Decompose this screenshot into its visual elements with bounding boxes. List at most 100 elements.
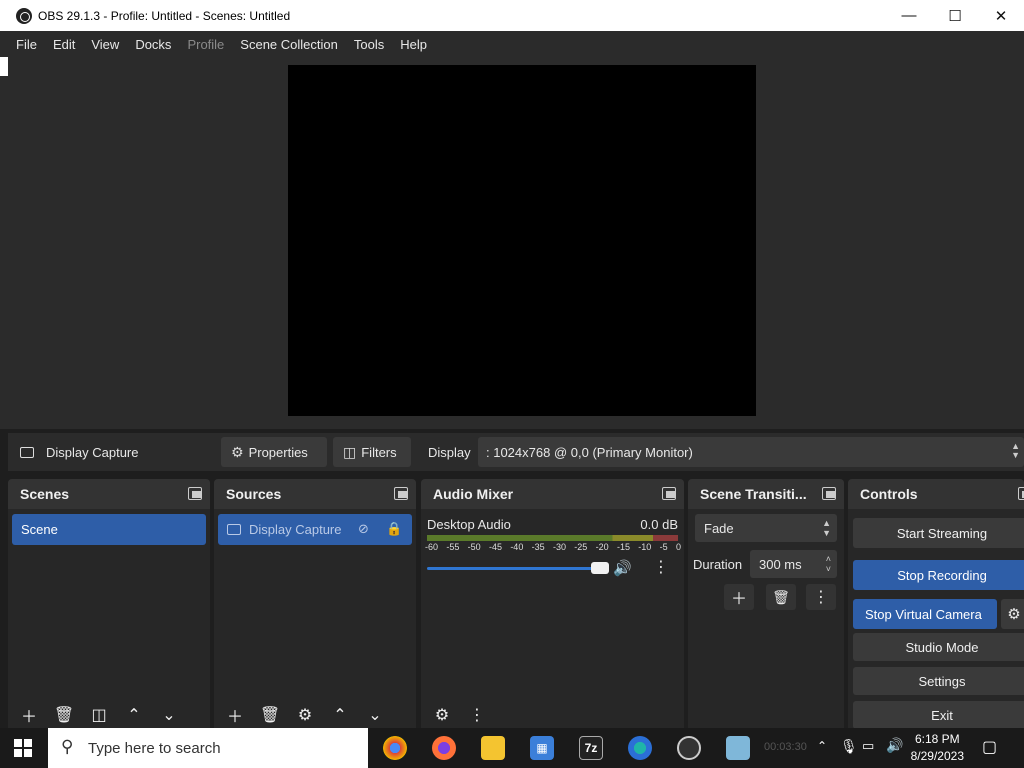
settings-button[interactable]: Settings — [853, 667, 1024, 695]
visibility-hidden-icon[interactable]: ⊘ — [358, 521, 369, 537]
meter-tick-label: -45 — [488, 542, 502, 552]
window-edge — [0, 57, 8, 76]
scenes-dock-title: Scenes — [20, 486, 70, 502]
advanced-audio-settings-button[interactable]: ⚙ — [428, 703, 456, 727]
speaker-icon[interactable]: 🔊 — [613, 559, 632, 577]
source-properties-button[interactable]: ⚙ — [291, 703, 319, 727]
transition-select[interactable]: Fade ▲ ▼ — [695, 514, 837, 542]
display-select[interactable]: : 1024x768 @ 0,0 (Primary Monitor) ▲ ▼ — [478, 437, 1024, 467]
lock-icon[interactable]: 🔒 — [386, 521, 402, 537]
filter-icon: ◫ — [343, 443, 357, 460]
move-scene-down-button[interactable]: ⌄ — [155, 703, 183, 727]
source-item-label: Display Capture — [249, 522, 342, 537]
menu-view[interactable]: View — [83, 37, 127, 52]
notepad-icon[interactable] — [726, 736, 750, 760]
undock-icon[interactable] — [1018, 487, 1024, 500]
remove-source-button[interactable]: 🗑 — [256, 703, 284, 727]
menu-edit[interactable]: Edit — [45, 37, 83, 52]
undock-icon[interactable] — [188, 487, 202, 500]
meter-tick-label: -20 — [595, 542, 609, 552]
meter-tick-label: 0 — [675, 542, 681, 552]
store-icon[interactable]: ▦ — [530, 736, 554, 760]
volume-meter — [427, 535, 678, 541]
audio-mixer-dock: Audio Mixer Desktop Audio 0.0 dB -60 -55-… — [421, 479, 684, 729]
studio-mode-button[interactable]: Studio Mode — [853, 633, 1024, 661]
add-source-button[interactable]: ＋ — [221, 703, 249, 727]
display-source-icon — [20, 446, 34, 461]
move-source-down-button[interactable]: ⌄ — [361, 703, 389, 727]
filters-label: Filters — [361, 444, 397, 460]
stop-virtual-camera-label: Stop Virtual Camera — [865, 606, 982, 622]
add-transition-button[interactable]: ＋ — [724, 584, 754, 610]
undock-icon[interactable] — [394, 487, 408, 500]
volume-icon[interactable]: 🔊 — [886, 737, 903, 754]
duration-spinbox[interactable]: 300 ms ˄ ˅ — [750, 550, 837, 578]
scene-filters-button[interactable]: ◫ — [85, 703, 113, 727]
controls-title: Controls — [860, 486, 918, 502]
remove-scene-button[interactable]: 🗑 — [50, 703, 78, 727]
obs-taskbar-icon[interactable] — [677, 736, 701, 760]
minimize-button[interactable]: — — [886, 0, 932, 31]
stop-recording-button[interactable]: Stop Recording — [853, 560, 1024, 590]
edge-icon[interactable] — [628, 736, 652, 760]
source-list-item[interactable]: Display Capture ⊘ 🔒 — [218, 514, 412, 545]
notifications-icon[interactable]: ▢ — [982, 737, 997, 757]
menu-help[interactable]: Help — [392, 37, 435, 52]
move-scene-up-button[interactable]: ⌃ — [120, 703, 148, 727]
filters-button[interactable]: ◫ Filters — [333, 437, 411, 467]
menu-scene-collection[interactable]: Scene Collection — [232, 37, 346, 52]
display-label: Display — [428, 445, 471, 460]
transition-properties-button[interactable]: ⋮ — [806, 584, 836, 610]
volume-slider[interactable] — [427, 567, 607, 570]
file-explorer-icon[interactable] — [481, 736, 505, 760]
search-icon: ⚲ — [61, 737, 74, 756]
firefox-icon[interactable] — [432, 736, 456, 760]
menu-tools[interactable]: Tools — [346, 37, 392, 52]
undock-icon[interactable] — [822, 487, 836, 500]
properties-button[interactable]: ⚙ Properties — [221, 437, 327, 467]
7zip-icon[interactable]: 7z — [579, 736, 603, 760]
taskbar-search-box[interactable]: ⚲ Type here to search — [48, 728, 368, 768]
maximize-button[interactable]: ☐ — [932, 0, 978, 31]
meter-scale: -60 -55 -50 -45 -40 -35 -30 -25 -20 -15 -10 -5 0 — [425, 542, 681, 552]
remove-transition-button[interactable]: 🗑 — [766, 584, 796, 610]
sources-dock: Sources Display Capture ⊘ 🔒 ＋ 🗑 ⚙ ⌃ ⌄ — [214, 479, 416, 729]
undock-icon[interactable] — [662, 487, 676, 500]
scenes-dock-footer: ＋ 🗑 ◫ ⌃ ⌄ — [8, 701, 210, 729]
virtual-camera-settings-button[interactable]: ⚙ — [1001, 599, 1024, 629]
stop-virtual-camera-button[interactable]: Stop Virtual Camera — [853, 599, 997, 629]
move-source-up-button[interactable]: ⌃ — [326, 703, 354, 727]
title-bar: OBS 29.1.3 - Profile: Untitled - Scenes:… — [0, 0, 1024, 31]
menu-profile[interactable]: Profile — [179, 37, 232, 52]
meter-tick-label: -25 — [574, 542, 588, 552]
windows-start-icon[interactable] — [14, 739, 32, 757]
audio-level: 0.0 dB — [640, 517, 678, 532]
sources-dock-header: Sources — [214, 479, 416, 509]
add-scene-button[interactable]: ＋ — [15, 703, 43, 727]
exit-button[interactable]: Exit — [853, 701, 1024, 729]
preview-canvas[interactable] — [288, 65, 756, 416]
scene-list-item[interactable]: Scene — [12, 514, 206, 545]
transitions-title: Scene Transiti... — [700, 486, 807, 502]
duration-label: Duration — [693, 557, 743, 572]
spinner-icon[interactable]: ˄ ˅ — [826, 554, 831, 574]
volume-slider-handle[interactable] — [591, 562, 609, 574]
meter-tick-label: -10 — [638, 542, 652, 552]
scene-transitions-dock: Scene Transiti... Fade ▲ ▼ Duration 300 m… — [688, 479, 844, 729]
microphone-icon[interactable]: 🎙 — [840, 738, 858, 755]
obs-logo-icon — [16, 7, 32, 24]
network-icon[interactable]: ▭ — [862, 738, 874, 754]
menu-file[interactable]: File — [8, 37, 45, 52]
start-streaming-button[interactable]: Start Streaming — [853, 518, 1024, 548]
gear-icon: ⚙ — [231, 443, 244, 460]
audio-channel-name: Desktop Audio — [427, 517, 511, 532]
more-options-icon[interactable]: ⋮ — [653, 557, 669, 577]
properties-label: Properties — [248, 444, 308, 460]
gear-icon: ⚙ — [1007, 606, 1021, 623]
show-hidden-icons-icon[interactable]: ⌃ — [817, 739, 827, 753]
close-button[interactable]: ✕ — [978, 0, 1024, 31]
audio-mixer-menu-button[interactable]: ⋮ — [463, 703, 491, 727]
menu-docks[interactable]: Docks — [127, 37, 179, 52]
chrome-icon[interactable] — [383, 736, 407, 760]
taskbar-clock[interactable]: 6:18 PM 8/29/2023 — [911, 731, 964, 765]
